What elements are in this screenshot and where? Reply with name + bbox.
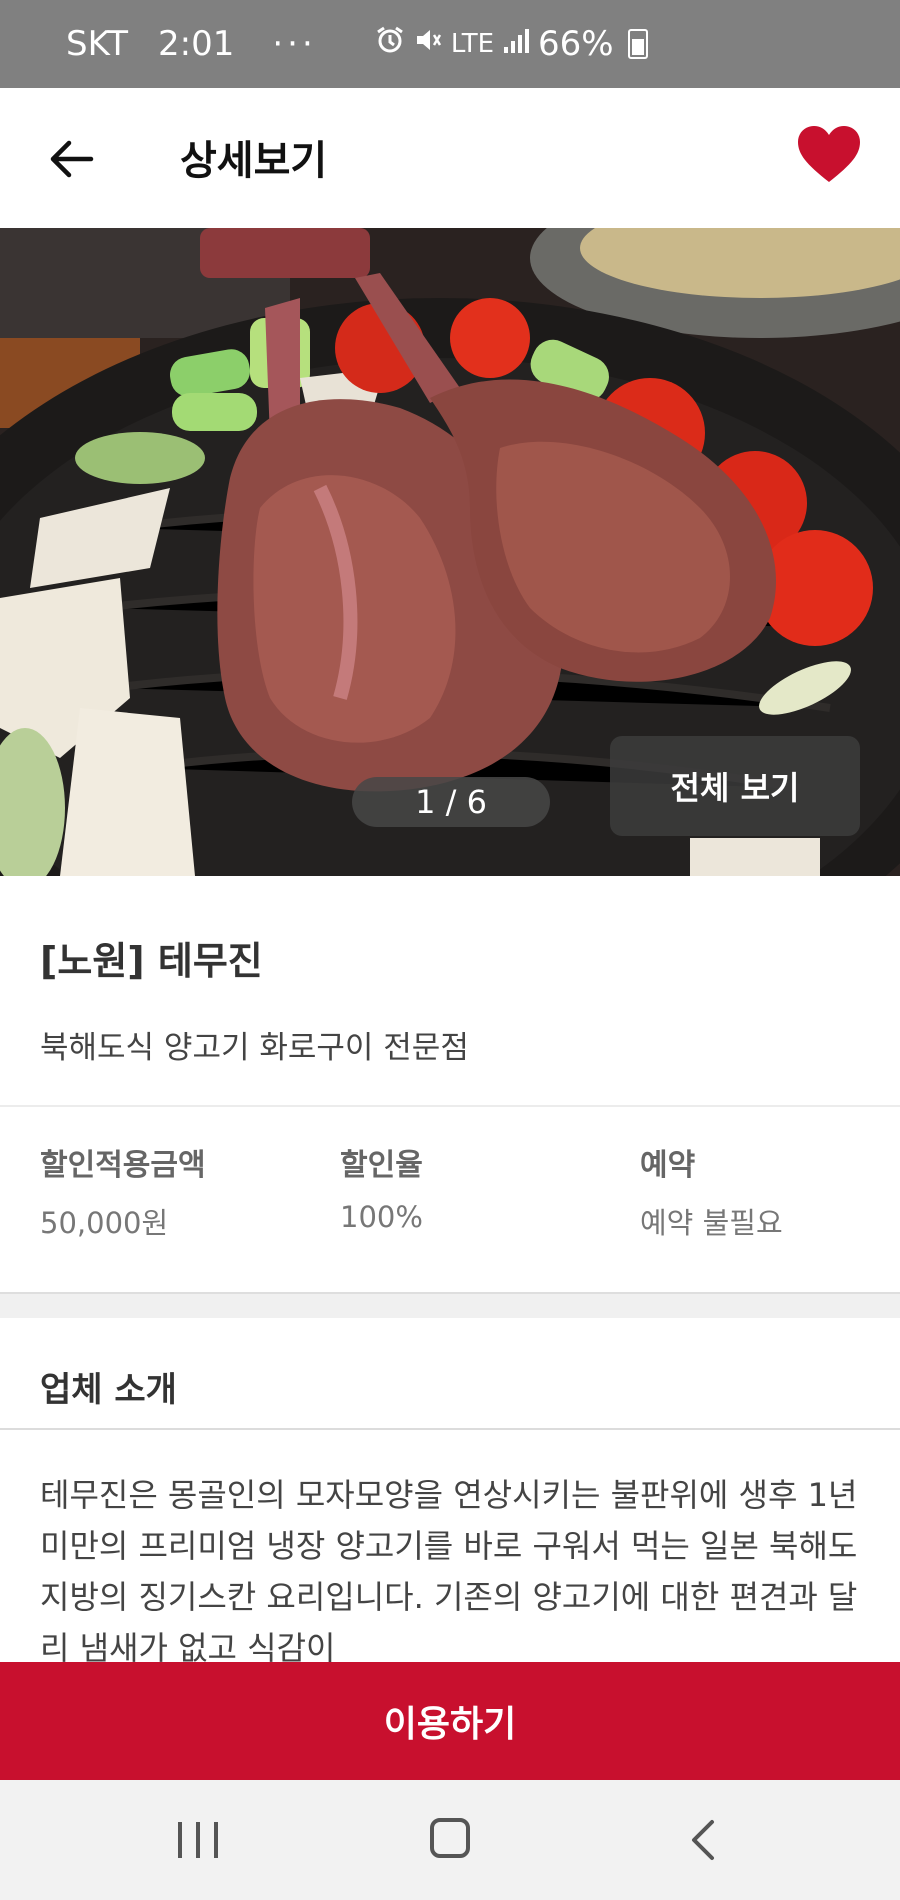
clock: 2:01 [158,24,235,64]
section-separator [0,1292,900,1318]
stat-discount-rate: 할인율 100% [340,1140,423,1234]
stat-label: 할인율 [340,1148,423,1183]
discount-stats: 할인적용금액 50,000원 할인율 100% 예약 예약 불필요 [40,1140,880,1240]
store-description: 북해도식 양고기 화로구이 전문점 [40,1030,469,1066]
store-name: [노원] 테무진 [40,939,263,983]
network-label: LTE [450,29,495,59]
stat-value: 50,000원 [40,1206,169,1240]
battery-icon [627,29,648,59]
carrier-label: SKT [66,24,129,64]
alarm-icon [375,24,405,64]
divider [0,1105,900,1107]
stat-reservation: 예약 예약 불필요 [640,1140,783,1242]
back-button[interactable] [36,124,106,194]
intro-text: 테무진은 몽골인의 모자모양을 연상시키는 불판위에 생후 1년 미만의 프리미… [40,1476,858,1662]
arrow-left-icon [50,140,94,178]
photo-gallery[interactable]: 1 / 6 전체 보기 [0,228,900,876]
stat-value: 100% [340,1200,423,1234]
status-bar: SKT 2:01 ··· LTE 66% [0,0,900,88]
chevron-left-icon[interactable] [688,1818,718,1862]
divider [0,1428,900,1430]
page-title: 상세보기 [180,138,328,184]
intro-section-title: 업체 소개 [40,1370,177,1410]
app-header: 상세보기 [0,88,900,228]
status-icons: LTE 66% [375,24,648,64]
battery-percent: 66% [538,24,614,64]
mute-icon [413,24,443,64]
recent-apps-icon[interactable] [178,1822,220,1858]
more-notifications-icon: ··· [272,24,317,64]
stat-label: 예약 [640,1148,696,1183]
view-all-button[interactable]: 전체 보기 [610,736,860,836]
stat-discount-amount: 할인적용금액 50,000원 [40,1140,206,1242]
heart-icon [798,126,860,182]
use-button[interactable]: 이용하기 [0,1662,900,1780]
favorite-button[interactable] [796,124,866,194]
system-navigation-bar [0,1780,900,1900]
stat-label: 할인적용금액 [40,1148,206,1183]
home-icon[interactable] [430,1818,470,1858]
signal-icon [502,24,530,64]
stat-value: 예약 불필요 [640,1206,783,1240]
page-indicator: 1 / 6 [352,777,550,827]
